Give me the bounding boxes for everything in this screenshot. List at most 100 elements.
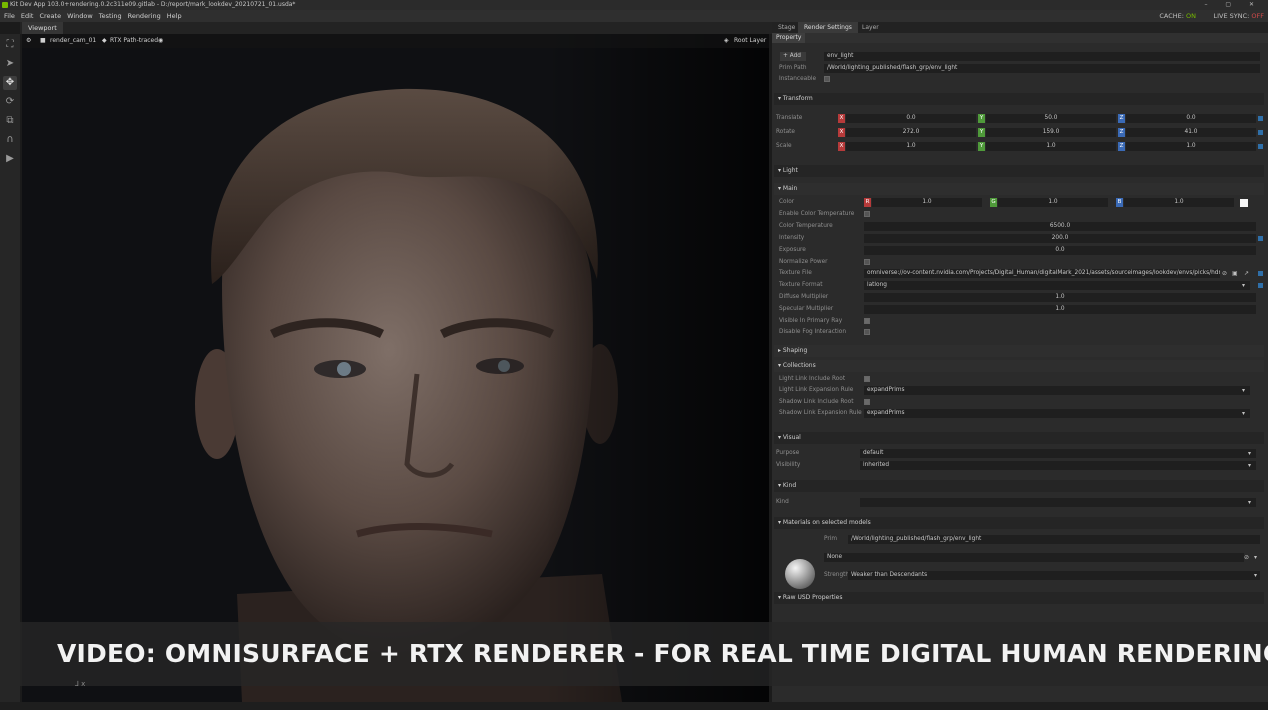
enable-color-temp-checkbox[interactable] [864,211,870,217]
section-visual[interactable]: ▾ Visual [774,432,1264,444]
live-sync-status[interactable]: LIVE SYNC: OFF [1213,10,1264,22]
color-temp-field[interactable]: 6500.0 [864,222,1256,231]
purpose-select[interactable]: default [860,449,1256,458]
clear-icon[interactable]: ⊘ [1244,552,1249,563]
locate-icon[interactable]: ↗ [1244,268,1249,279]
section-light[interactable]: ▾ Light [774,165,1264,177]
shadow-include-checkbox[interactable] [864,399,870,405]
tab-viewport[interactable]: Viewport [22,22,63,34]
section-raw-usd[interactable]: ▾ Raw USD Properties [774,592,1264,604]
visible-primary-checkbox[interactable] [864,318,870,324]
clear-icon[interactable]: ⊘ [1222,268,1227,279]
texture-format-keyframe-icon[interactable] [1258,283,1263,288]
link-rule-select[interactable]: expandPrims [864,386,1250,395]
rotate-icon[interactable]: ⟳ [3,95,17,109]
chevron-down-icon[interactable]: ▾ [1242,408,1245,419]
section-shaping[interactable]: ▸ Shaping [774,345,1264,357]
scale-z-field[interactable]: 1.0 [1126,142,1256,151]
diffuse-field[interactable]: 1.0 [864,293,1256,302]
chevron-down-icon[interactable]: ▾ [1254,552,1257,563]
section-kind[interactable]: ▾ Kind [774,480,1264,492]
title-bar: Kit Dev App 103.0+rendering.0.2c311e09.g… [0,0,1268,10]
specular-field[interactable]: 1.0 [864,305,1256,314]
arrow-icon[interactable]: ➤ [3,57,17,71]
scale-y-field[interactable]: 1.0 [986,142,1116,151]
render-mode[interactable]: RTX Path-traced [110,34,158,48]
cache-status[interactable]: CACHE: ON [1159,10,1196,22]
tab-render-settings[interactable]: Render Settings [798,22,858,33]
disable-fog-checkbox[interactable] [864,329,870,335]
scale-keyframe-icon[interactable] [1258,144,1263,149]
camera-name[interactable]: render_cam_01 [50,34,96,48]
eye-icon[interactable]: ◉ [158,34,163,48]
snap-icon[interactable]: ∩ [3,133,17,147]
camera-icon[interactable]: ■ [40,34,46,48]
strength-select[interactable]: Weaker than Descendants [848,571,1260,580]
kind-row: Kind ▾ [772,497,1268,508]
section-collections[interactable]: ▾ Collections [774,360,1264,372]
link-include-checkbox[interactable] [864,376,870,382]
menu-create[interactable]: Create [36,10,64,22]
shadow-include-row: Shadow Link Include Root [772,397,1268,408]
settings-icon[interactable]: ⚙ [26,34,31,48]
menu-rendering[interactable]: Rendering [125,10,164,22]
chevron-down-icon[interactable]: ▾ [1248,497,1251,508]
color-g-field[interactable]: 1.0 [998,198,1108,207]
move-icon[interactable]: ✥ [3,76,17,90]
menu-edit[interactable]: Edit [18,10,37,22]
color-temp-row: Color Temperature 6500.0 [772,221,1268,232]
section-main[interactable]: ▾ Main [774,183,1264,195]
texture-file-label: Texture File [779,270,812,276]
rotate-z-field[interactable]: 41.0 [1126,128,1256,137]
play-icon[interactable]: ▶ [3,152,17,166]
chevron-down-icon[interactable]: ▾ [1242,385,1245,396]
normalize-label: Normalize Power [779,259,828,265]
rotate-x-field[interactable]: 272.0 [846,128,976,137]
translate-x-field[interactable]: 0.0 [846,114,976,123]
select-icon[interactable]: ⛶ [3,38,17,52]
scale-x-field[interactable]: 1.0 [846,142,976,151]
menu-help[interactable]: Help [164,10,185,22]
translate-z-field[interactable]: 0.0 [1126,114,1256,123]
menu-window[interactable]: Window [64,10,96,22]
shadow-rule-select[interactable]: expandPrims [864,409,1250,418]
menu-file[interactable]: File [0,10,18,22]
chevron-down-icon[interactable]: ▾ [1248,460,1251,471]
texture-file-field[interactable]: omniverse://ov-content.nvidia.com/Projec… [864,269,1220,278]
visibility-select[interactable]: inherited [860,461,1256,470]
normalize-checkbox[interactable] [864,259,870,265]
chevron-down-icon[interactable]: ▾ [1248,448,1251,459]
material-prim-field[interactable]: /World/lighting_published/flash_grp/env_… [848,535,1260,544]
scale-icon[interactable]: ⧉ [3,114,17,128]
color-r-field[interactable]: 1.0 [872,198,982,207]
tab-layer[interactable]: Layer [856,22,885,33]
translate-y-field[interactable]: 50.0 [986,114,1116,123]
material-select[interactable]: None [824,553,1244,562]
name-field[interactable]: env_light [824,52,1260,61]
exposure-field[interactable]: 0.0 [864,246,1256,255]
kind-select[interactable] [860,498,1256,507]
texture-format-select[interactable]: latlong [864,281,1250,290]
section-transform[interactable]: ▾ Transform [774,93,1264,105]
folder-icon[interactable]: ▣ [1232,268,1238,279]
tab-stage[interactable]: Stage [772,22,801,33]
rotate-y-field[interactable]: 159.0 [986,128,1116,137]
chevron-down-icon[interactable]: ▾ [1254,570,1257,581]
chevron-down-icon[interactable]: ▾ [1242,280,1245,291]
window-controls[interactable]: – ▢ ✕ [1204,0,1262,10]
tab-property[interactable]: Property [772,33,806,43]
intensity-keyframe-icon[interactable] [1258,236,1263,241]
prim-path-field[interactable]: /World/lighting_published/flash_grp/env_… [824,64,1260,73]
section-materials[interactable]: ▾ Materials on selected models [774,517,1264,529]
translate-keyframe-icon[interactable] [1258,116,1263,121]
rotate-keyframe-icon[interactable] [1258,130,1263,135]
viewport[interactable]: ⚙ ■ render_cam_01 ◆ RTX Path-traced ◉ ◈ … [22,34,769,702]
root-layer-label[interactable]: Root Layer [734,34,766,48]
add-button[interactable]: + Add [780,52,806,61]
color-swatch[interactable] [1240,199,1248,207]
instanceable-checkbox[interactable] [824,76,830,82]
menu-testing[interactable]: Testing [96,10,125,22]
texture-keyframe-icon[interactable] [1258,271,1263,276]
intensity-field[interactable]: 200.0 [864,234,1256,243]
color-b-field[interactable]: 1.0 [1124,198,1234,207]
